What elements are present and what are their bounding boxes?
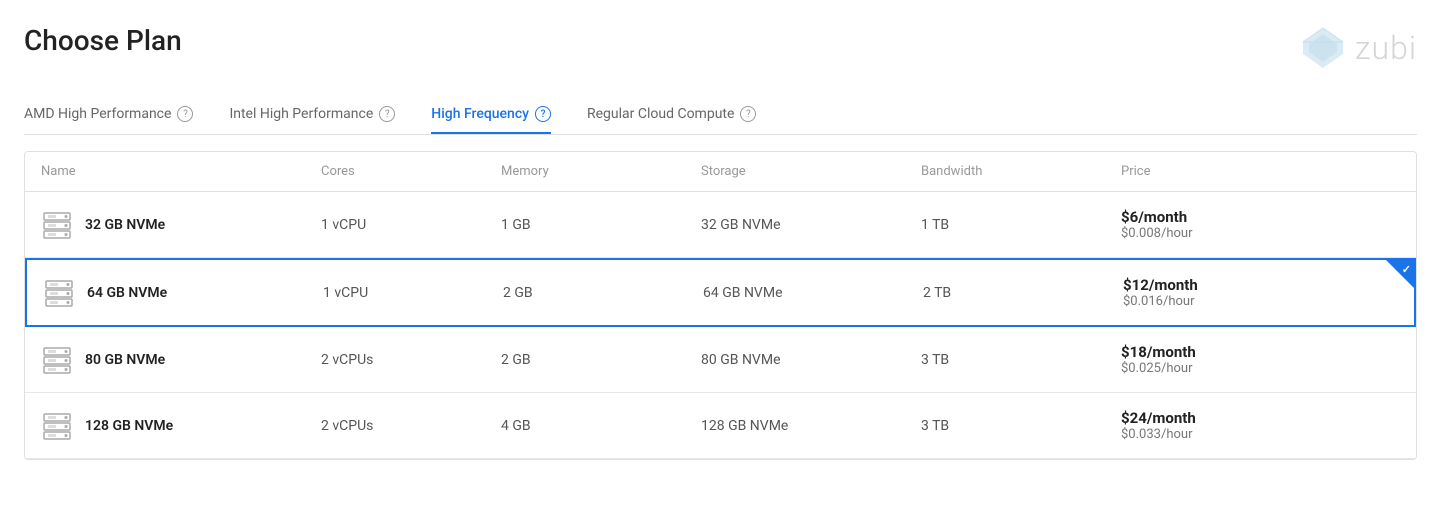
row-storage-128gb: 128 GB NVMe bbox=[701, 418, 921, 434]
tab-regular-info-icon[interactable]: ? bbox=[740, 106, 756, 122]
row-bandwidth-80gb: 3 TB bbox=[921, 352, 1121, 368]
col-bandwidth: Bandwidth bbox=[921, 164, 1121, 179]
logo-icon bbox=[1299, 24, 1347, 72]
row-cores-32gb: 1 vCPU bbox=[321, 217, 501, 233]
tab-regular-label: Regular Cloud Compute bbox=[587, 106, 734, 122]
server-icon-80gb bbox=[41, 344, 73, 376]
table-header: Name Cores Memory Storage Bandwidth Pric… bbox=[25, 152, 1416, 192]
tab-high-freq-label: High Frequency bbox=[431, 106, 529, 122]
row-price-64gb: $12/month $0.016/hour bbox=[1123, 276, 1398, 309]
row-bandwidth-32gb: 1 TB bbox=[921, 217, 1121, 233]
logo-text: zubi bbox=[1355, 29, 1417, 67]
server-icon-128gb bbox=[41, 410, 73, 442]
table-row[interactable]: 128 GB NVMe 2 vCPUs 4 GB 128 GB NVMe 3 T… bbox=[25, 393, 1416, 459]
row-price-80gb: $18/month $0.025/hour bbox=[1121, 343, 1400, 376]
row-name-80gb: 80 GB NVMe bbox=[41, 344, 321, 376]
row-memory-128gb: 4 GB bbox=[501, 418, 701, 434]
row-memory-32gb: 1 GB bbox=[501, 217, 701, 233]
tab-regular[interactable]: Regular Cloud Compute ? bbox=[587, 96, 756, 134]
page-title: Choose Plan bbox=[24, 24, 182, 57]
tab-high-freq-info-icon[interactable]: ? bbox=[535, 106, 551, 122]
header: Choose Plan zubi bbox=[24, 24, 1417, 72]
tab-intel-info-icon[interactable]: ? bbox=[379, 106, 395, 122]
row-name-64gb: 64 GB NVMe bbox=[43, 277, 323, 309]
row-storage-32gb: 32 GB NVMe bbox=[701, 217, 921, 233]
tab-intel-label: Intel High Performance bbox=[229, 106, 373, 122]
col-name: Name bbox=[41, 164, 321, 179]
row-price-32gb: $6/month $0.008/hour bbox=[1121, 208, 1400, 241]
col-memory: Memory bbox=[501, 164, 701, 179]
plan-tabs: AMD High Performance ? Intel High Perfor… bbox=[24, 96, 1417, 135]
row-memory-80gb: 2 GB bbox=[501, 352, 701, 368]
table-row[interactable]: 64 GB NVMe 1 vCPU 2 GB 64 GB NVMe 2 TB $… bbox=[25, 258, 1416, 327]
row-storage-64gb: 64 GB NVMe bbox=[703, 285, 923, 301]
row-storage-80gb: 80 GB NVMe bbox=[701, 352, 921, 368]
row-cores-80gb: 2 vCPUs bbox=[321, 352, 501, 368]
logo: zubi bbox=[1299, 24, 1417, 72]
row-name-128gb: 128 GB NVMe bbox=[41, 410, 321, 442]
col-price: Price bbox=[1121, 164, 1400, 179]
server-icon-32gb bbox=[41, 209, 73, 241]
tab-amd-label: AMD High Performance bbox=[24, 106, 171, 122]
table-row[interactable]: 80 GB NVMe 2 vCPUs 2 GB 80 GB NVMe 3 TB … bbox=[25, 327, 1416, 393]
row-memory-64gb: 2 GB bbox=[503, 285, 703, 301]
plan-table: Name Cores Memory Storage Bandwidth Pric… bbox=[24, 151, 1417, 460]
row-bandwidth-128gb: 3 TB bbox=[921, 418, 1121, 434]
row-price-128gb: $24/month $0.033/hour bbox=[1121, 409, 1400, 442]
row-cores-128gb: 2 vCPUs bbox=[321, 418, 501, 434]
table-row[interactable]: 32 GB NVMe 1 vCPU 1 GB 32 GB NVMe 1 TB $… bbox=[25, 192, 1416, 258]
tab-high-freq[interactable]: High Frequency ? bbox=[431, 96, 551, 134]
tab-intel[interactable]: Intel High Performance ? bbox=[229, 96, 395, 134]
row-bandwidth-64gb: 2 TB bbox=[923, 285, 1123, 301]
tab-amd[interactable]: AMD High Performance ? bbox=[24, 96, 193, 134]
row-cores-64gb: 1 vCPU bbox=[323, 285, 503, 301]
server-icon-64gb bbox=[43, 277, 75, 309]
col-storage: Storage bbox=[701, 164, 921, 179]
col-cores: Cores bbox=[321, 164, 501, 179]
tab-amd-info-icon[interactable]: ? bbox=[177, 106, 193, 122]
row-name-32gb: 32 GB NVMe bbox=[41, 209, 321, 241]
